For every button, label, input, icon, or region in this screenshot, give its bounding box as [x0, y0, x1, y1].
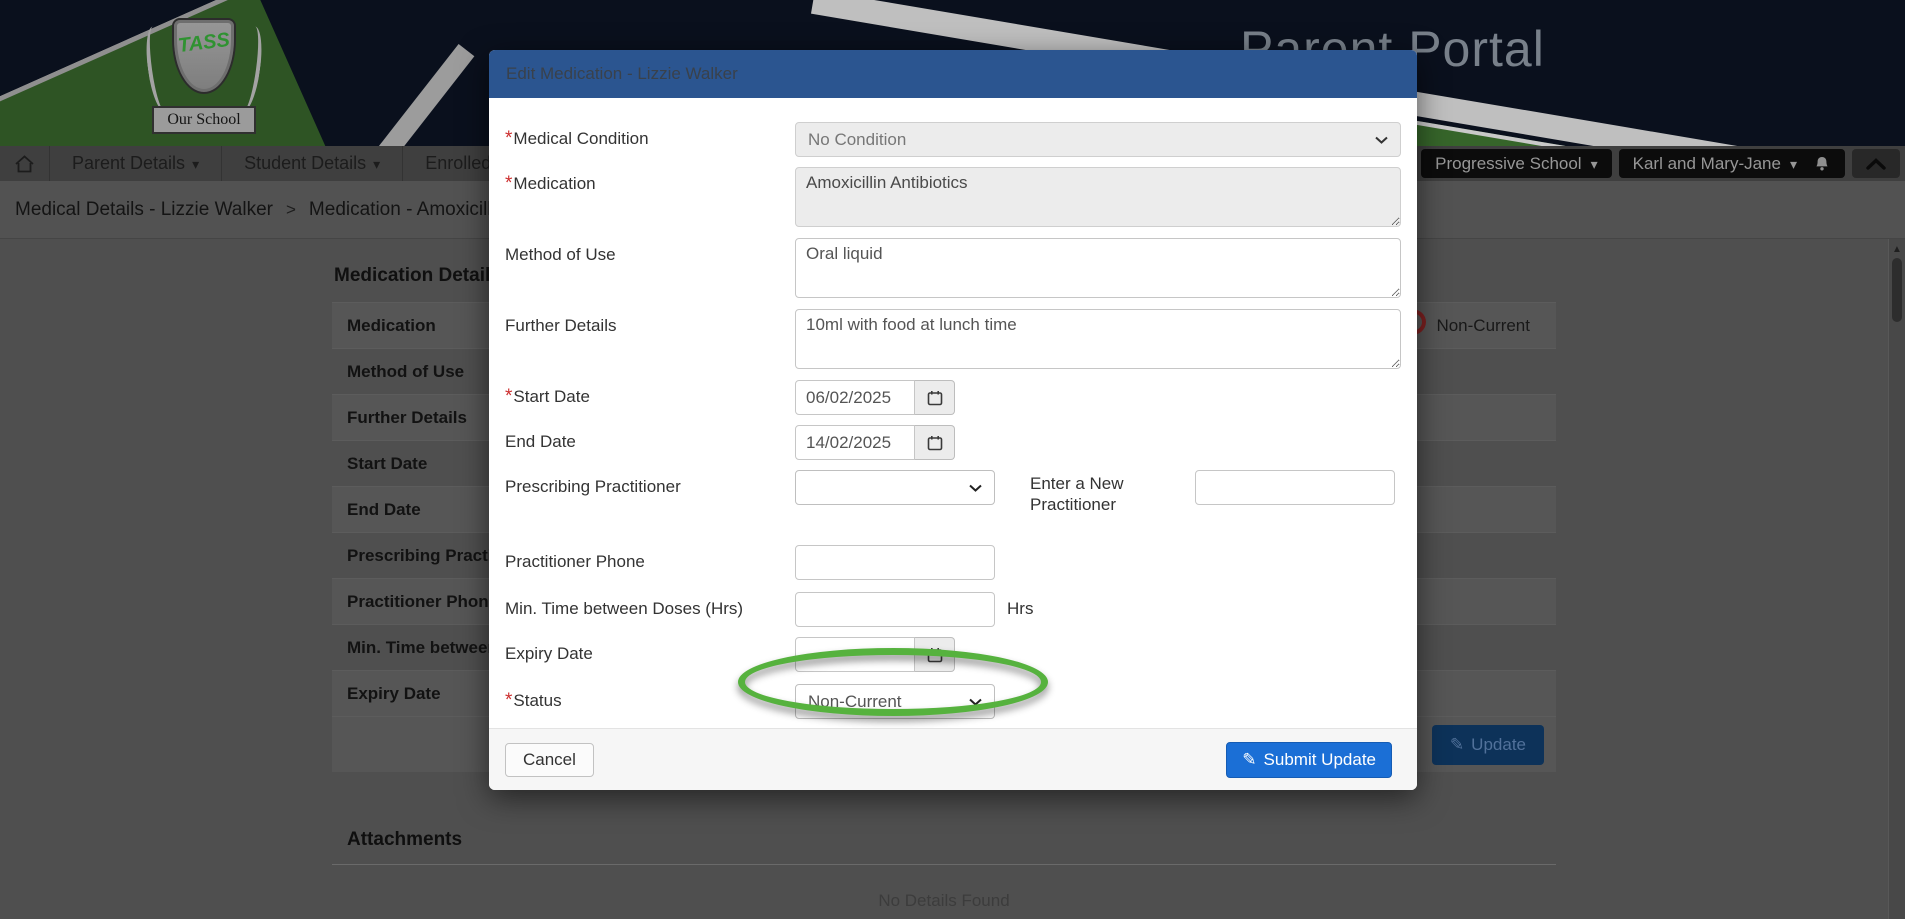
- chevron-up-icon: [1866, 158, 1886, 170]
- method-of-use-label: Method of Use: [505, 245, 616, 265]
- edit-medication-modal: Edit Medication - Lizzie Walker Medical …: [489, 50, 1417, 790]
- required-marker: [505, 691, 512, 712]
- form-row-medication: Medication Amoxicillin Antibiotics: [505, 167, 1401, 227]
- form-row-start-date: Start Date: [505, 380, 1401, 415]
- breadcrumb-medical-details[interactable]: Medical Details - Lizzie Walker: [15, 199, 273, 221]
- pencil-icon: [1242, 750, 1263, 769]
- calendar-icon: [927, 435, 943, 451]
- home-button[interactable]: [0, 146, 50, 181]
- caret-down-icon: [1582, 154, 1598, 174]
- required-marker: [505, 129, 512, 150]
- min-time-label: Min. Time between Doses (Hrs): [505, 599, 743, 619]
- update-button[interactable]: Update: [1432, 725, 1544, 765]
- chevron-down-icon: [969, 484, 982, 492]
- form-row-end-date: End Date: [505, 425, 1401, 460]
- scroll-up-arrow-icon[interactable]: [1889, 239, 1905, 255]
- prescribing-practitioner-label: Prescribing Practitioner: [505, 477, 681, 497]
- end-date-calendar-button[interactable]: [915, 425, 955, 460]
- modal-body: Medical Condition No Condition Medicatio…: [489, 98, 1417, 719]
- expiry-date-calendar-button[interactable]: [915, 637, 955, 672]
- form-row-status: Status Non-Current: [505, 684, 1401, 719]
- school-selector-button[interactable]: Progressive School: [1421, 149, 1612, 178]
- required-marker: [505, 174, 512, 195]
- end-date-input[interactable]: [795, 425, 915, 460]
- medical-condition-select[interactable]: No Condition: [795, 122, 1401, 157]
- medication-label: Medication: [513, 174, 595, 194]
- further-details-label: Further Details: [505, 316, 616, 336]
- hrs-suffix: Hrs: [1007, 592, 1033, 619]
- caret-down-icon: [366, 153, 380, 173]
- expiry-date-input[interactable]: [795, 637, 915, 672]
- status-value: Non-Current: [1436, 303, 1556, 348]
- required-marker: [505, 387, 512, 408]
- form-row-practitioner-phone: Practitioner Phone: [505, 545, 1401, 580]
- medication-textarea[interactable]: Amoxicillin Antibiotics: [795, 167, 1401, 227]
- caret-down-icon: [1781, 154, 1797, 174]
- further-details-textarea[interactable]: 10ml with food at lunch time: [795, 309, 1401, 369]
- min-time-input[interactable]: [795, 592, 995, 627]
- form-row-further-details: Further Details 10ml with food at lunch …: [505, 309, 1401, 369]
- nav-parent-details[interactable]: Parent Details: [50, 146, 222, 181]
- calendar-icon: [927, 647, 943, 663]
- attachments-empty-text: No Details Found: [332, 891, 1556, 911]
- start-date-calendar-button[interactable]: [915, 380, 955, 415]
- home-icon: [14, 154, 35, 174]
- banner-gray-stripe: [342, 44, 475, 146]
- modal-title: Edit Medication - Lizzie Walker: [489, 50, 1417, 98]
- logo-school-name: Our School: [152, 106, 256, 134]
- submit-update-button[interactable]: Submit Update: [1226, 742, 1392, 778]
- practitioner-phone-label: Practitioner Phone: [505, 552, 645, 572]
- attachments-divider: [332, 864, 1556, 865]
- form-row-method-of-use: Method of Use Oral liquid: [505, 238, 1401, 298]
- start-date-label: Start Date: [513, 387, 590, 407]
- school-logo: TASS Our School: [148, 10, 260, 138]
- medical-condition-label: Medical Condition: [513, 129, 648, 149]
- status-select[interactable]: Non-Current: [795, 684, 995, 719]
- end-date-label: End Date: [505, 432, 576, 452]
- modal-footer: Cancel Submit Update: [489, 728, 1417, 790]
- calendar-icon: [927, 390, 943, 406]
- form-row-min-time: Min. Time between Doses (Hrs) Hrs: [505, 592, 1401, 627]
- form-row-prescribing-practitioner: Prescribing Practitioner Enter a New Pra…: [505, 470, 1401, 515]
- start-date-input[interactable]: [795, 380, 915, 415]
- user-menu-button[interactable]: Karl and Mary-Jane: [1619, 149, 1845, 178]
- chevron-down-icon: [1375, 136, 1388, 144]
- collapse-header-button[interactable]: [1852, 149, 1900, 178]
- method-of-use-textarea[interactable]: Oral liquid: [795, 238, 1401, 298]
- attachments-title: Attachments: [332, 829, 1556, 851]
- caret-down-icon: [185, 153, 199, 173]
- chevron-down-icon: [969, 698, 982, 706]
- form-row-expiry-date: Expiry Date: [505, 637, 1401, 672]
- notifications-bell-icon[interactable]: [1813, 155, 1831, 173]
- pencil-icon: [1450, 735, 1471, 754]
- form-row-medical-condition: Medical Condition No Condition: [505, 122, 1401, 157]
- scrollbar-thumb[interactable]: [1892, 258, 1902, 322]
- practitioner-phone-input[interactable]: [795, 545, 995, 580]
- expiry-date-label: Expiry Date: [505, 644, 593, 664]
- nav-student-details[interactable]: Student Details: [222, 146, 403, 181]
- new-practitioner-label: Enter a New Practitioner: [1030, 470, 1160, 515]
- breadcrumb-separator: >: [286, 200, 296, 220]
- vertical-scrollbar[interactable]: [1888, 239, 1905, 919]
- prescribing-practitioner-select[interactable]: [795, 470, 995, 505]
- new-practitioner-input[interactable]: [1195, 470, 1395, 505]
- status-label: Status: [513, 691, 561, 711]
- cancel-button[interactable]: Cancel: [505, 743, 594, 777]
